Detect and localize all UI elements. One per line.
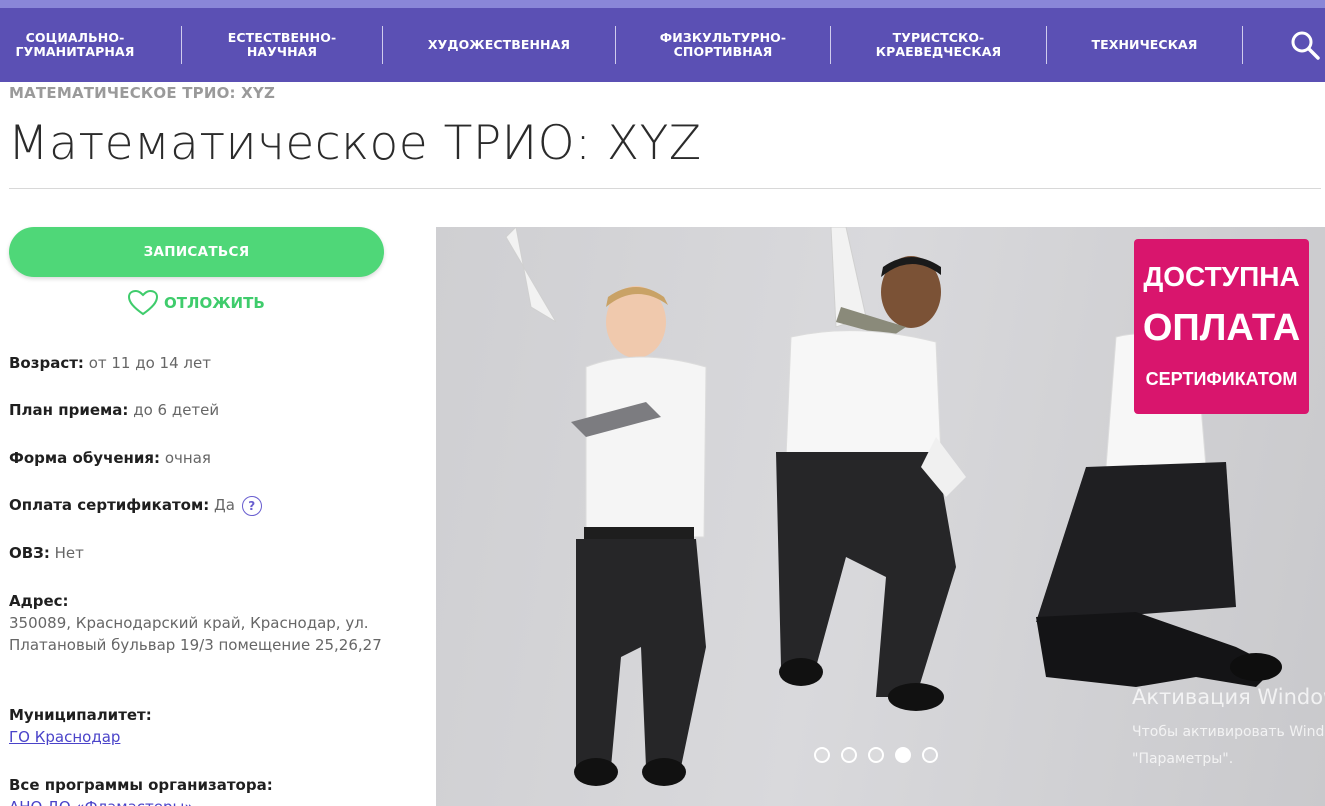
nav-item-technical[interactable]: ТЕХНИЧЕСКАЯ xyxy=(1047,8,1242,82)
postpone-label: ОТЛОЖИТЬ xyxy=(164,294,265,312)
title-divider xyxy=(9,188,1321,189)
detail-municipality: Муниципалитет: ГО Краснодар xyxy=(9,704,389,748)
badge-line: СЕРТИФИКАТОМ xyxy=(1145,369,1298,389)
nav-item-science[interactable]: ЕСТЕСТВЕННО- НАУЧНАЯ xyxy=(182,8,382,82)
slider-dot[interactable] xyxy=(922,747,938,763)
watermark-line: "Параметры". xyxy=(1132,751,1234,767)
slider-pagination xyxy=(814,747,938,763)
nav-item-sport[interactable]: ФИЗКУЛЬТУРНО- СПОРТИВНАЯ xyxy=(616,8,830,82)
page-title: Математическое ТРИО: XYZ xyxy=(8,116,702,171)
watermark-line: Чтобы активировать Windows, перейдите в … xyxy=(1132,724,1325,740)
detail-value: Нет xyxy=(54,544,84,562)
detail-value: 350089, Краснодарский край, Краснодар, у… xyxy=(9,614,382,654)
detail-value: очная xyxy=(164,449,211,467)
windows-activation-text: Чтобы активировать Windows, перейдите в … xyxy=(1132,719,1325,773)
municipality-link[interactable]: ГО Краснодар xyxy=(9,728,120,746)
certificate-payment-badge: ДОСТУПНА ОПЛАТА СЕРТИФИКАТОМ xyxy=(1134,239,1309,414)
breadcrumb[interactable]: МАТЕМАТИЧЕСКОЕ ТРИО: XYZ xyxy=(9,84,275,102)
enroll-button[interactable]: ЗАПИСАТЬСЯ xyxy=(9,227,384,277)
badge-line: ОПЛАТА xyxy=(1142,307,1301,349)
program-photo-slider[interactable]: ДОСТУПНА ОПЛАТА СЕРТИФИКАТОМ Активация W… xyxy=(436,227,1325,806)
detail-value: от 11 до 14 лет xyxy=(88,354,211,372)
nav-item-tourism[interactable]: ТУРИСТСКО- КРАЕВЕДЧЕСКАЯ xyxy=(831,8,1046,82)
detail-value: Да xyxy=(214,496,235,514)
detail-certificate: Оплата сертификатом: Да ? xyxy=(9,494,389,516)
top-accent-strip xyxy=(0,0,1325,8)
nav-item-social[interactable]: СОЦИАЛЬНО- ГУМАНИТАРНАЯ xyxy=(0,8,150,82)
slider-dot-active[interactable] xyxy=(895,747,911,763)
detail-label: Оплата сертификатом: xyxy=(9,496,210,514)
detail-label: Адрес: xyxy=(9,592,69,610)
slider-dot[interactable] xyxy=(868,747,884,763)
category-nav: СОЦИАЛЬНО- ГУМАНИТАРНАЯ ЕСТЕСТВЕННО- НАУ… xyxy=(0,8,1325,82)
heart-icon xyxy=(127,289,159,316)
detail-age: Возраст: от 11 до 14 лет xyxy=(9,352,389,374)
search-icon xyxy=(1291,31,1320,60)
detail-label: Форма обучения: xyxy=(9,449,161,467)
detail-plan: План приема: до 6 детей xyxy=(9,399,389,421)
detail-label: Все программы организатора: xyxy=(9,776,273,794)
search-button[interactable] xyxy=(1288,28,1322,62)
detail-form: Форма обучения: очная xyxy=(9,447,389,469)
detail-label: Муниципалитет: xyxy=(9,706,152,724)
detail-organizer: Все программы организатора: АНО ДО «Флам… xyxy=(9,774,389,806)
help-icon[interactable]: ? xyxy=(241,495,262,516)
detail-label: План приема: xyxy=(9,401,129,419)
detail-label: ОВЗ: xyxy=(9,544,50,562)
badge-line: ДОСТУПНА xyxy=(1143,261,1300,292)
detail-address: Адрес: 350089, Краснодарский край, Красн… xyxy=(9,590,389,656)
detail-value: до 6 детей xyxy=(133,401,220,419)
slider-dot[interactable] xyxy=(814,747,830,763)
detail-label: Возраст: xyxy=(9,354,84,372)
windows-activation-title: Активация Windows xyxy=(1132,685,1325,709)
slider-dot[interactable] xyxy=(841,747,857,763)
detail-ovz: ОВЗ: Нет xyxy=(9,542,389,564)
organizer-link[interactable]: АНО ДО «Фламастеры» xyxy=(9,798,194,806)
nav-separator xyxy=(1242,26,1243,64)
postpone-button[interactable]: ОТЛОЖИТЬ xyxy=(127,289,265,317)
nav-item-art[interactable]: ХУДОЖЕСТВЕННАЯ xyxy=(383,8,615,82)
